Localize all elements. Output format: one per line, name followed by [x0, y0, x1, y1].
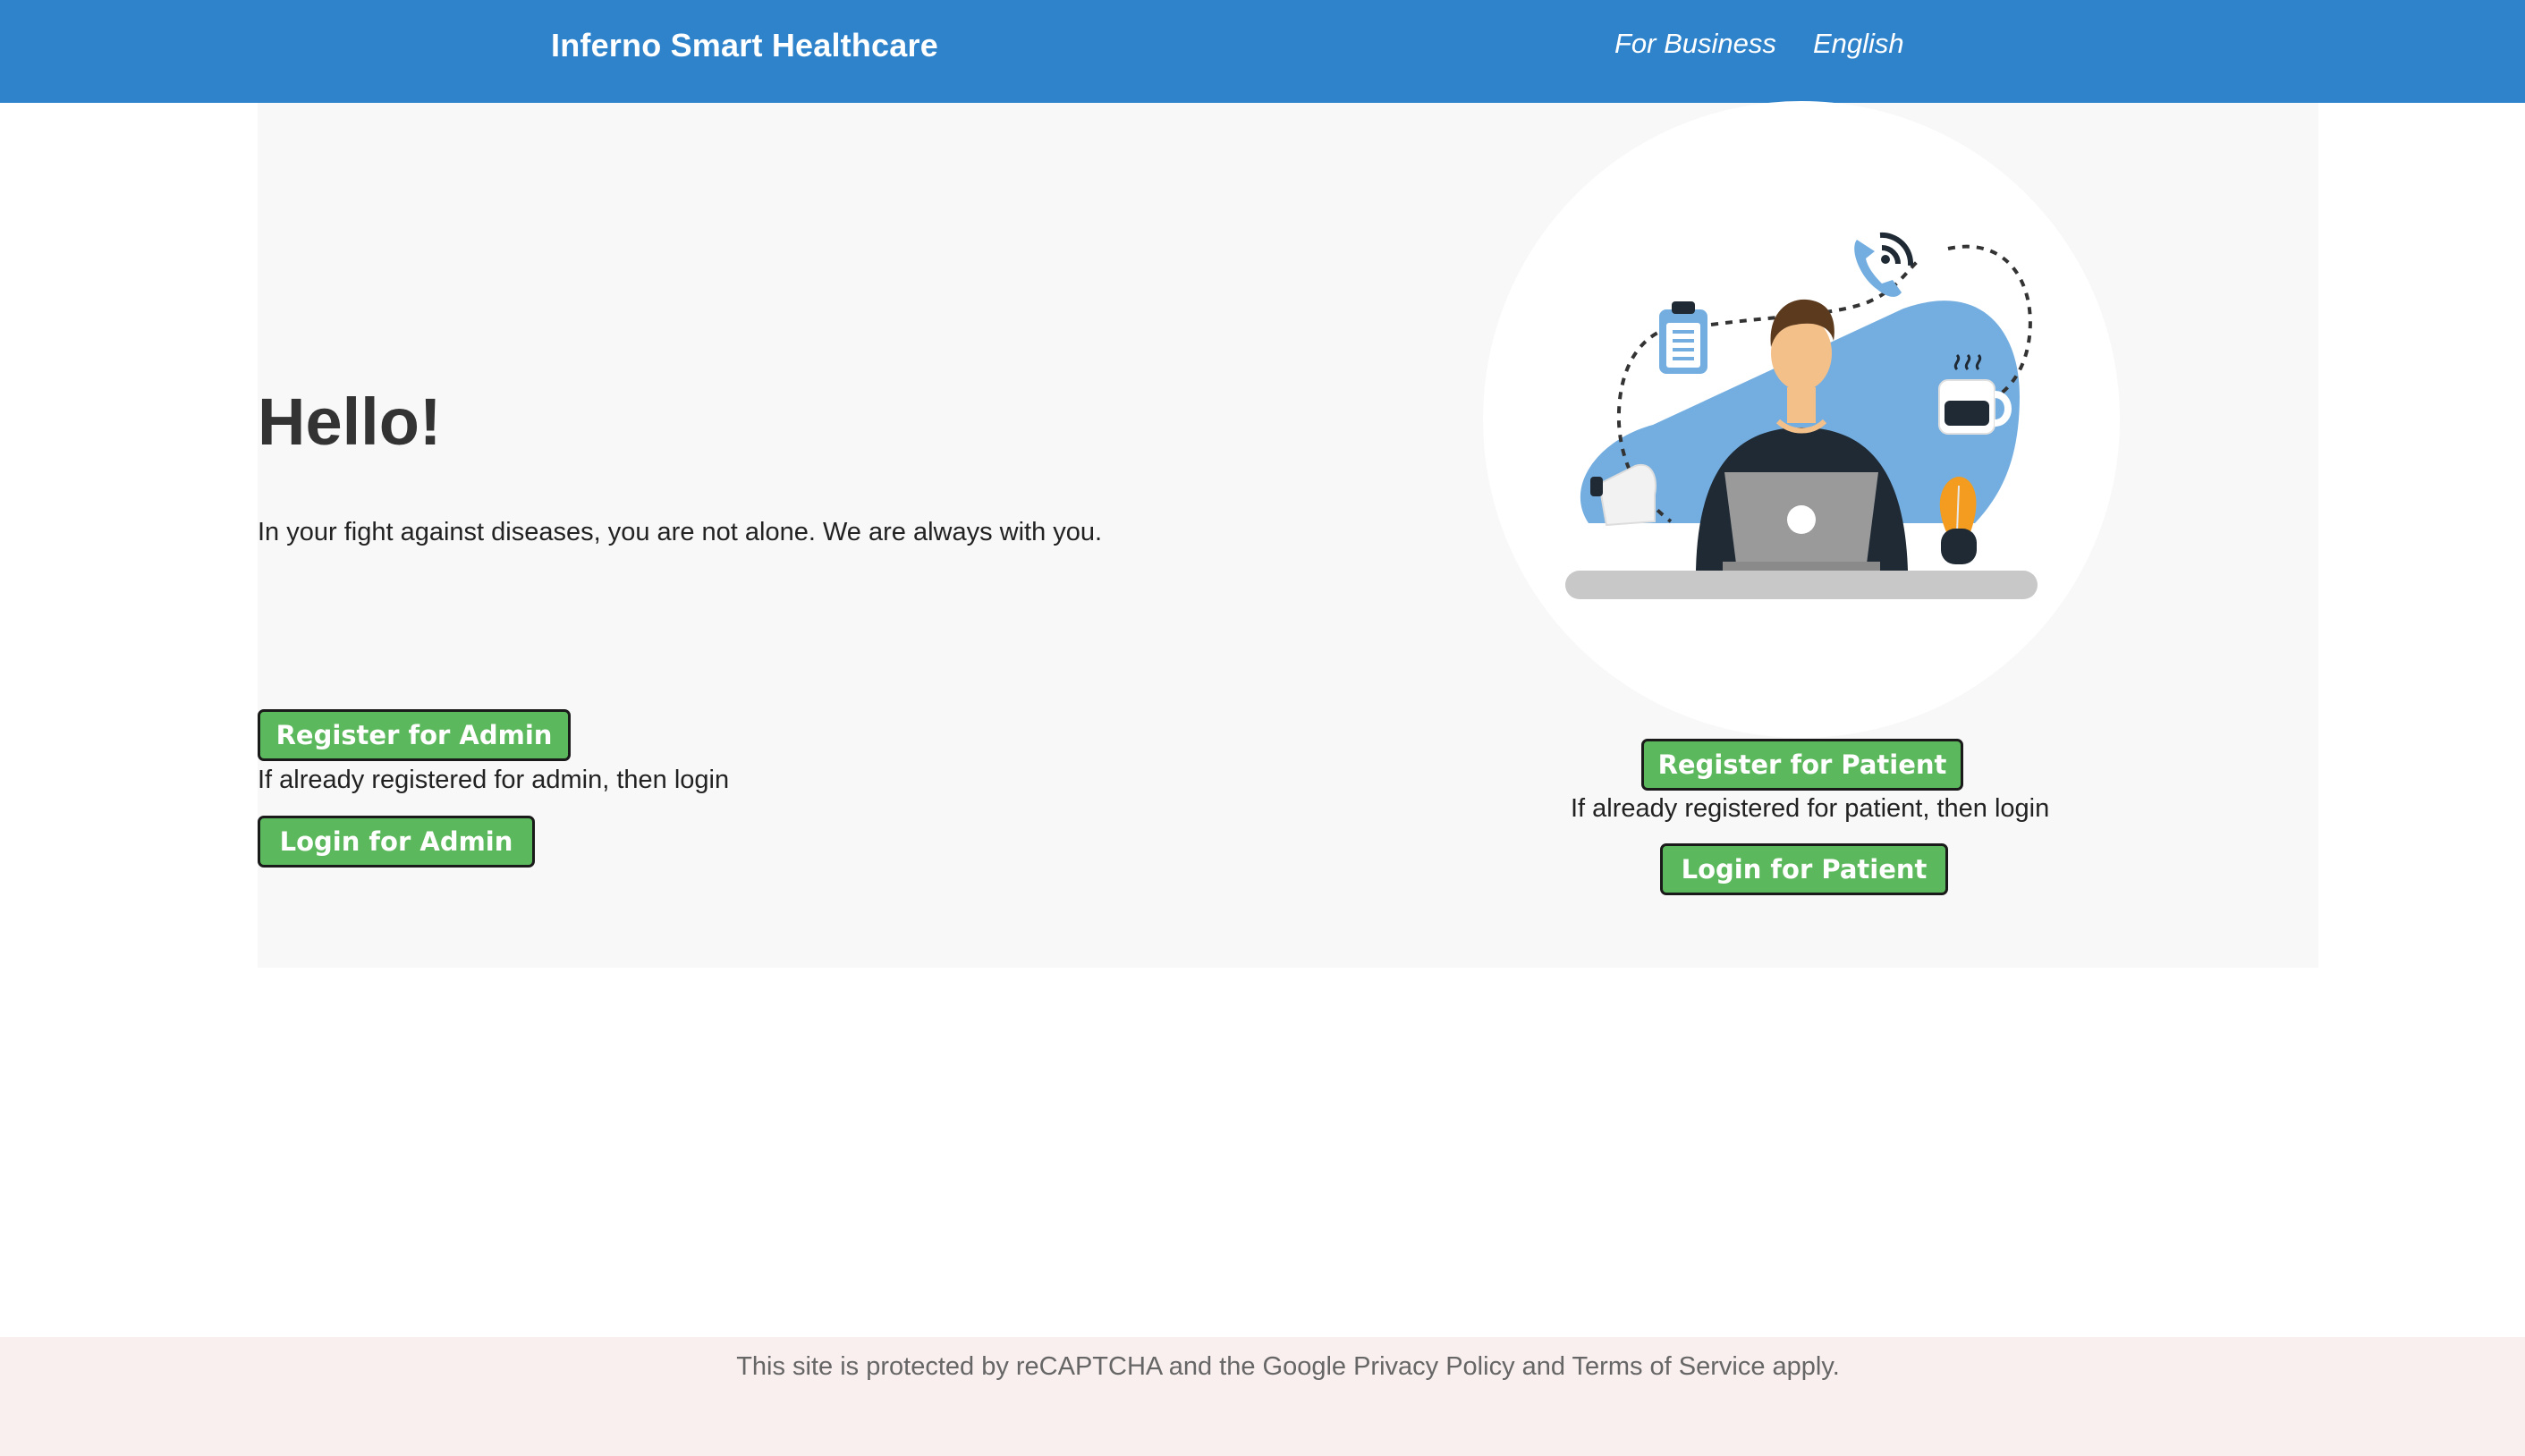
top-navbar: Inferno Smart Healthcare For Business En… — [0, 0, 2525, 103]
footer: This site is protected by reCAPTCHA and … — [0, 1337, 2525, 1456]
login-patient-button[interactable]: Login for Patient — [1660, 843, 1948, 895]
tagline: In your fight against diseases, you are … — [258, 518, 1103, 546]
register-admin-button[interactable]: Register for Admin — [258, 709, 571, 761]
language-selector[interactable]: English — [1813, 25, 1904, 63]
login-admin-button[interactable]: Login for Admin — [258, 816, 535, 868]
register-patient-button[interactable]: Register for Patient — [1641, 739, 1963, 791]
page-title: Hello! — [258, 385, 442, 459]
plant-icon — [1939, 477, 1977, 564]
hero-panel: Hello! In your fight against diseases, y… — [258, 101, 2318, 968]
patient-login-hint: If already registered for patient, then … — [1571, 794, 2050, 823]
desk-surface — [1565, 571, 2038, 599]
brand-title[interactable]: Inferno Smart Healthcare — [551, 25, 938, 65]
admin-login-hint: If already registered for admin, then lo… — [258, 766, 730, 794]
doctor-illustration — [1483, 101, 2120, 738]
person-neck — [1787, 387, 1816, 423]
clipboard-icon — [1659, 301, 1707, 374]
laptop-logo — [1787, 505, 1816, 534]
nav-link-for-business[interactable]: For Business — [1614, 25, 1776, 63]
recaptcha-notice: This site is protected by reCAPTCHA and … — [736, 1352, 1840, 1381]
